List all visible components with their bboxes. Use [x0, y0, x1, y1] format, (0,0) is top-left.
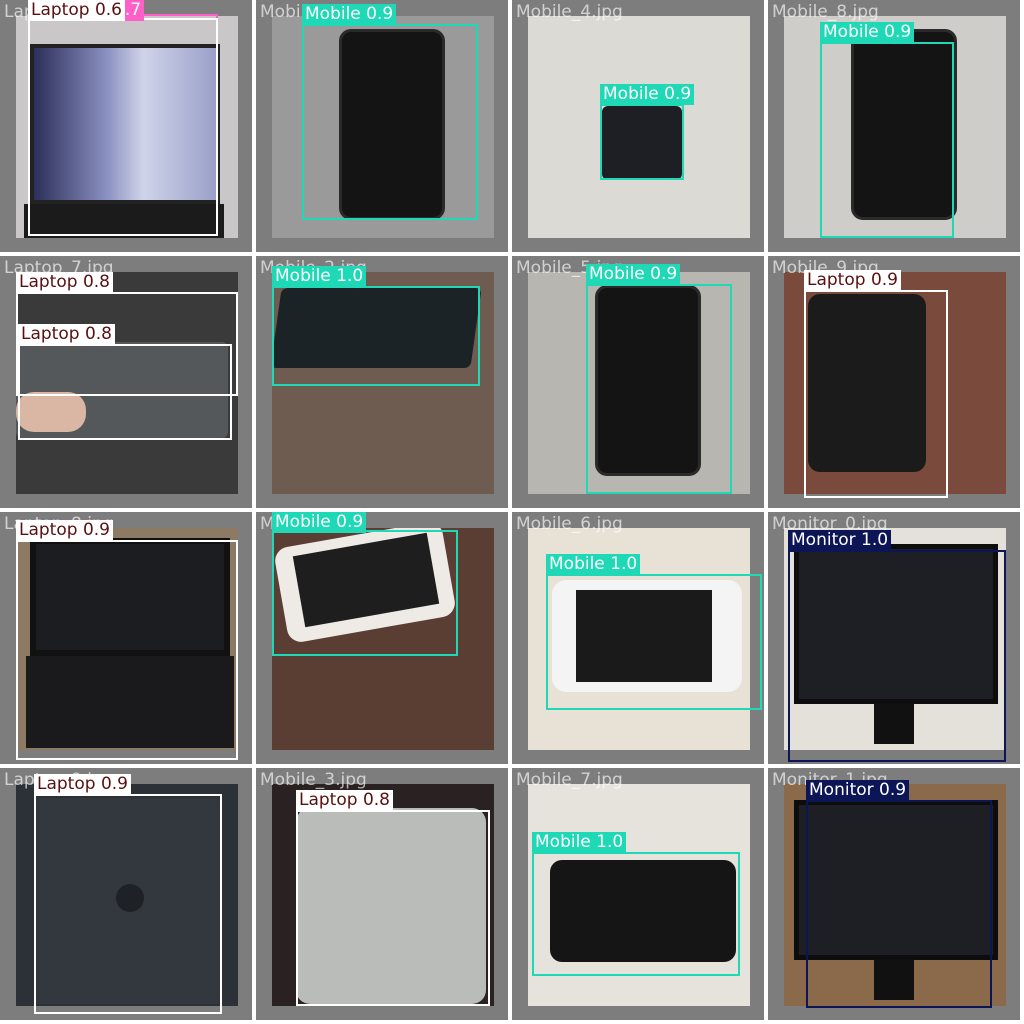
- tile: Mobile_1.jpgMobile 0.9: [256, 0, 508, 252]
- detection-label: Laptop 0.8: [296, 790, 393, 811]
- detection-label: Mobile 0.9: [586, 264, 681, 285]
- bounding-box: [804, 290, 948, 498]
- detection-label: Mobile 0.9: [820, 22, 915, 43]
- bounding-box: [18, 344, 232, 440]
- tile: Mobile_8.jpg Mobile 0.9: [768, 0, 1020, 252]
- detection-label: Laptop 0.9: [16, 520, 113, 541]
- bounding-box: [296, 810, 490, 1006]
- tile: Monitor_0.jpg Monitor 1.0: [768, 512, 1020, 764]
- detection-label: Laptop 0.8: [16, 272, 113, 293]
- tile: Mobile_2.jpgMobile 1.0: [256, 256, 508, 508]
- tile: Laptop_7.jpg Laptop 0.8 Laptop 0.8: [0, 256, 252, 508]
- detection-label: Laptop 0.8: [18, 324, 115, 345]
- bounding-box: [586, 284, 732, 494]
- detection-label: Mobile 0.9: [272, 512, 367, 533]
- tile: Laptop_8.jpgLaptop 0.9: [0, 512, 252, 764]
- detection-label: Laptop 0.9: [804, 270, 901, 291]
- bounding-box: [272, 286, 480, 386]
- bounding-box: [34, 794, 222, 1014]
- bounding-box: [546, 574, 762, 710]
- detection-label: Mobile 0.9: [600, 84, 695, 105]
- bounding-box: [600, 104, 684, 180]
- tile: Mobile_3.jpg Laptop 0.8: [256, 768, 508, 1020]
- bounding-box: [788, 550, 1006, 762]
- tile: Laptop_9.jpgLaptop 0.9: [0, 768, 252, 1020]
- detection-label: Mobile 1.0: [546, 554, 641, 575]
- tile: Laptop_6.jpgCategory 0.7Laptop 0.6: [0, 0, 252, 252]
- tile: Mobile_7.jpg Mobile 1.0: [512, 768, 764, 1020]
- detection-label: Monitor 1.0: [788, 530, 892, 551]
- bounding-box: [820, 42, 954, 238]
- tile: Mobile_5.jpg Mobile 0.9: [512, 256, 764, 508]
- bounding-box: [16, 540, 238, 760]
- bounding-box: [806, 800, 992, 1008]
- detection-label: Mobile 0.9: [302, 4, 397, 25]
- detection-label: Laptop 0.6: [28, 0, 125, 21]
- detection-label: Mobile 1.0: [532, 832, 627, 853]
- tile: Mobile_9.jpg Laptop 0.9: [768, 256, 1020, 508]
- tile: Monitor_1.jpgMonitor 0.9: [768, 768, 1020, 1020]
- bounding-box: [28, 18, 218, 236]
- tile: Mobile_6.jpg Mobile 1.0: [512, 512, 764, 764]
- detection-label: Mobile 1.0: [272, 266, 367, 287]
- bounding-box: [302, 24, 478, 220]
- detection-mosaic: Laptop_6.jpgCategory 0.7Laptop 0.6Mobile…: [0, 0, 1024, 1024]
- tile: Mobile_4.jpg Mobile 0.9: [512, 0, 764, 252]
- tile: Mobile_3.jpgMobile 0.9: [256, 512, 508, 764]
- detection-label: Monitor 0.9: [806, 780, 910, 801]
- detection-label: Laptop 0.9: [34, 774, 131, 795]
- bounding-box: [532, 852, 740, 976]
- bounding-box: [272, 530, 458, 656]
